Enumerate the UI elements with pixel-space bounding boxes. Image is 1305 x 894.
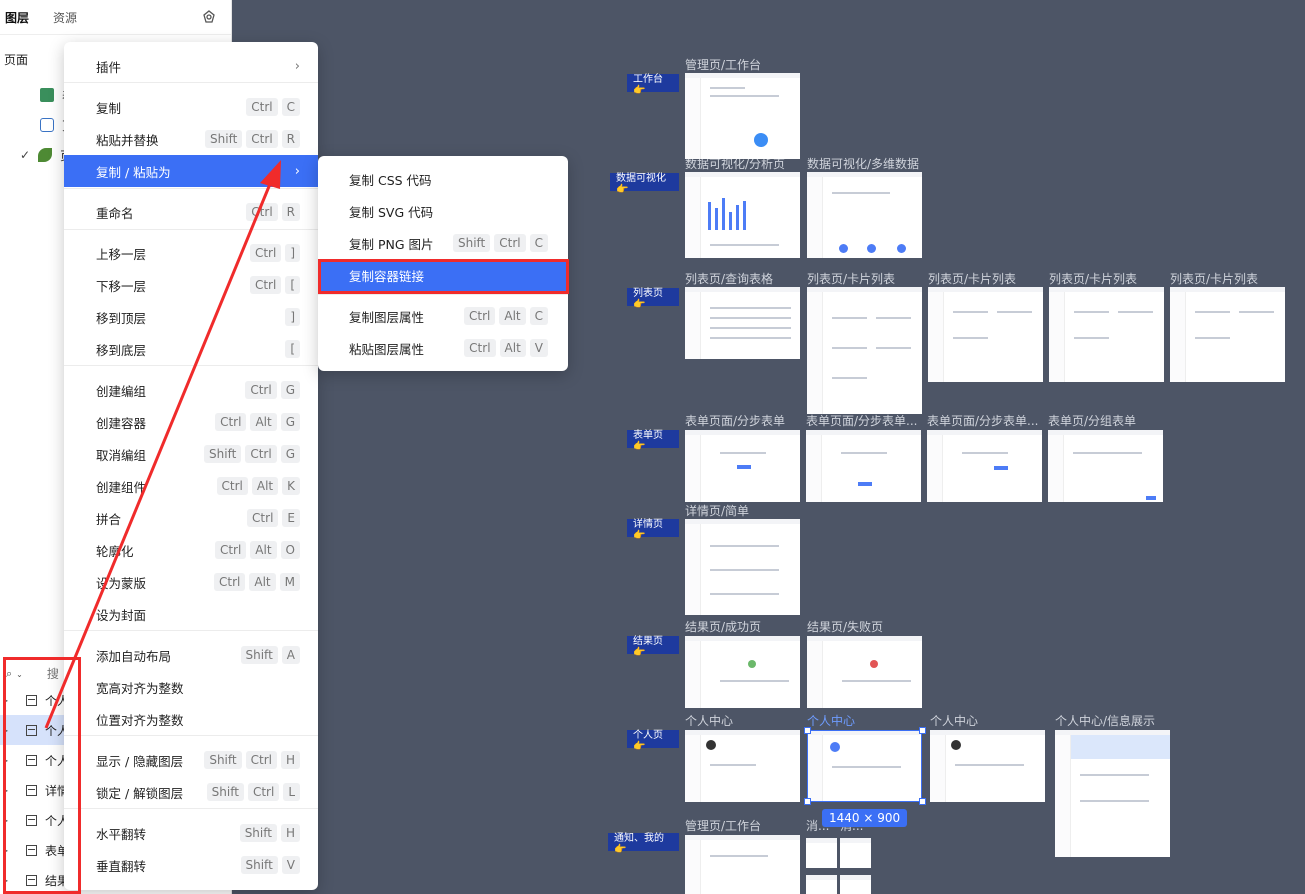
- annotation-arrow: [44, 160, 281, 729]
